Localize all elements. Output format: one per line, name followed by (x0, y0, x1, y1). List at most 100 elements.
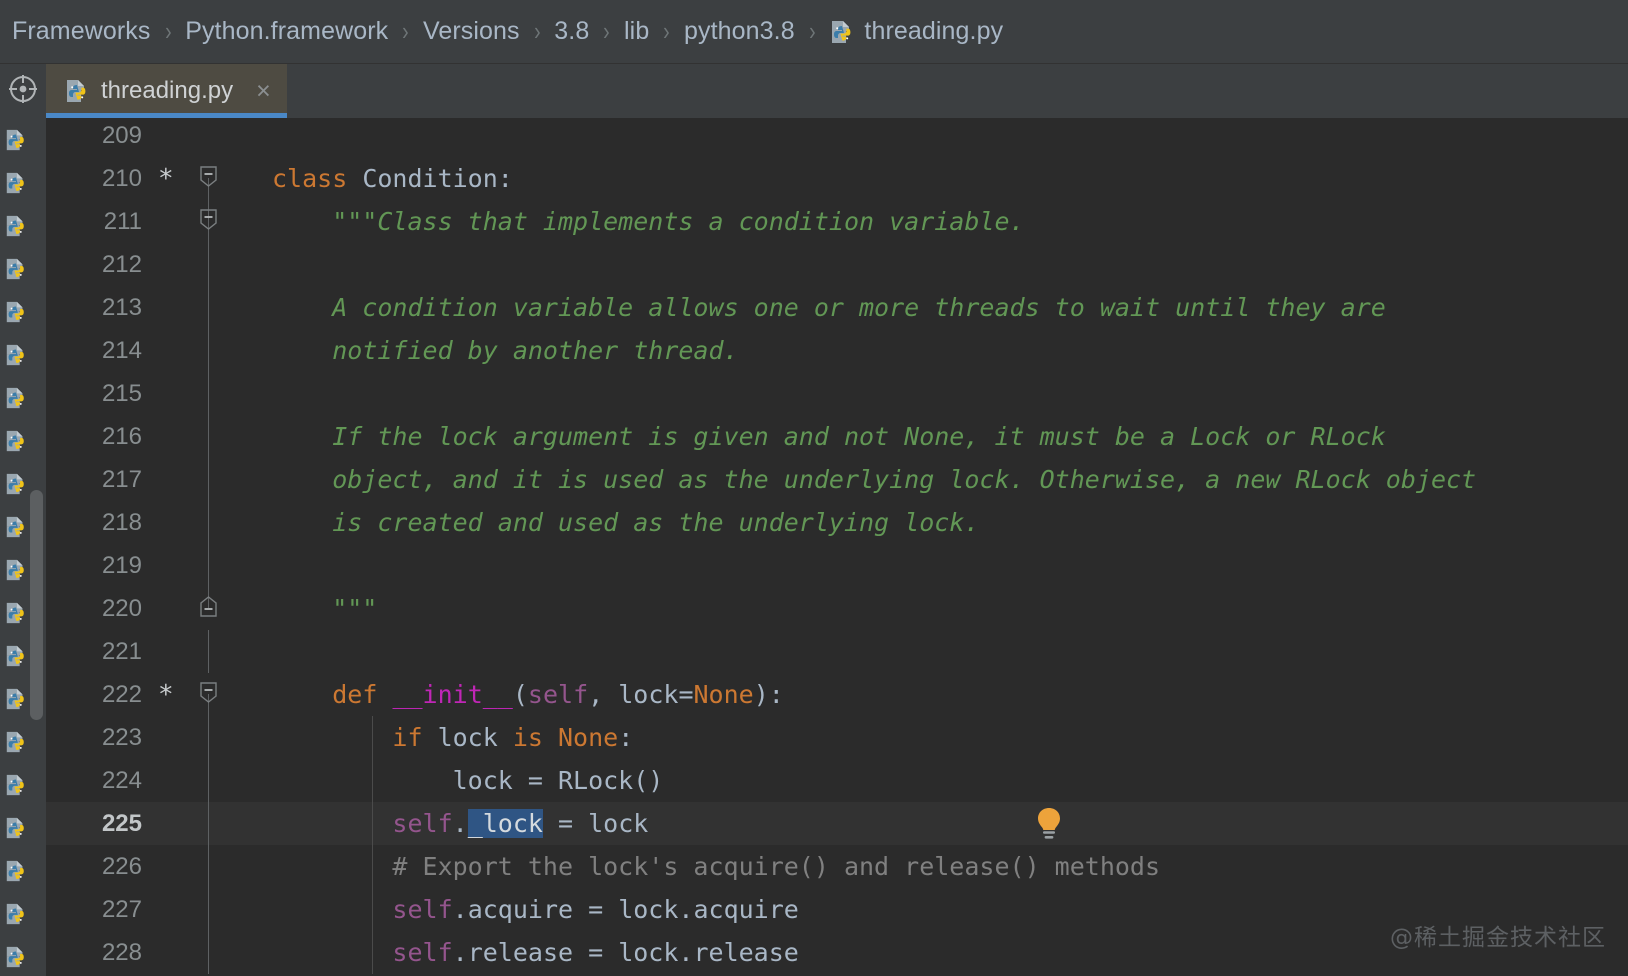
lightbulb-icon[interactable] (1032, 806, 1066, 848)
code-text[interactable] (272, 372, 1628, 415)
editor-gutter[interactable]: 224 (46, 759, 272, 802)
fold-region[interactable] (196, 673, 222, 716)
fold-region[interactable] (196, 544, 222, 587)
editor-gutter[interactable]: 216 (46, 415, 272, 458)
close-icon[interactable]: × (256, 79, 271, 104)
fold-collapse-icon[interactable] (200, 209, 217, 230)
code-text[interactable]: object, and it is used as the underlying… (272, 458, 1628, 501)
editor-vertical-scrollbar[interactable] (28, 118, 46, 976)
code-line[interactable]: 222* def __init__(self, lock=None): (46, 673, 1628, 716)
code-line[interactable]: 216 If the lock argument is given and no… (46, 415, 1628, 458)
project-file-row[interactable] (0, 591, 28, 634)
project-file-row[interactable] (0, 462, 28, 505)
code-text[interactable] (272, 243, 1628, 286)
code-text[interactable]: A condition variable allows one or more … (272, 286, 1628, 329)
code-text[interactable] (272, 118, 1628, 157)
code-line[interactable]: 223 if lock is None: (46, 716, 1628, 759)
tab-threading-py[interactable]: threading.py × (46, 64, 287, 118)
project-file-row[interactable] (0, 720, 28, 763)
project-file-row[interactable] (0, 634, 28, 677)
override-marker-icon[interactable]: * (158, 166, 174, 192)
project-file-row[interactable] (0, 677, 28, 720)
code-text[interactable]: def __init__(self, lock=None): (272, 673, 1628, 716)
fold-region[interactable] (196, 243, 222, 286)
code-line[interactable]: 212 (46, 243, 1628, 286)
project-file-row[interactable] (0, 333, 28, 376)
code-text[interactable]: If the lock argument is given and not No… (272, 415, 1628, 458)
breadcrumb-item-frameworks[interactable]: Frameworks (12, 17, 151, 46)
editor-gutter[interactable]: 212 (46, 243, 272, 286)
editor-gutter[interactable]: 217 (46, 458, 272, 501)
fold-region[interactable] (196, 931, 222, 974)
code-line[interactable]: 220 """ (46, 587, 1628, 630)
fold-region[interactable] (196, 630, 222, 673)
breadcrumb-item-threading-py[interactable]: threading.py (829, 17, 1003, 46)
code-line[interactable]: 224 lock = RLock() (46, 759, 1628, 802)
editor-gutter[interactable]: 222* (46, 673, 272, 716)
editor-gutter[interactable]: 214 (46, 329, 272, 372)
breadcrumb-item-lib[interactable]: lib (624, 17, 649, 46)
editor-gutter[interactable]: 228 (46, 931, 272, 974)
project-file-row[interactable] (0, 247, 28, 290)
fold-region[interactable] (196, 587, 222, 630)
editor-gutter[interactable]: 223 (46, 716, 272, 759)
code-line[interactable]: 210*class Condition: (46, 157, 1628, 200)
code-text[interactable]: """Class that implements a condition var… (272, 200, 1628, 243)
project-file-row[interactable] (0, 161, 28, 204)
fold-collapse-icon[interactable] (200, 682, 217, 703)
code-line[interactable]: 214 notified by another thread. (46, 329, 1628, 372)
editor-gutter[interactable]: 226 (46, 845, 272, 888)
fold-region[interactable] (196, 118, 222, 157)
editor-gutter[interactable]: 209 (46, 118, 272, 157)
code-text[interactable]: notified by another thread. (272, 329, 1628, 372)
project-file-row[interactable] (0, 892, 28, 935)
breadcrumb-item-python-framework[interactable]: Python.framework (185, 17, 388, 46)
code-line[interactable]: 221 (46, 630, 1628, 673)
project-file-row[interactable] (0, 806, 28, 849)
project-file-row[interactable] (0, 935, 28, 976)
code-text[interactable] (272, 630, 1628, 673)
project-file-strip[interactable] (0, 118, 28, 976)
fold-collapse-icon[interactable] (200, 166, 217, 187)
editor-gutter[interactable]: 213 (46, 286, 272, 329)
code-line[interactable]: 215 (46, 372, 1628, 415)
code-line[interactable]: 211 """Class that implements a condition… (46, 200, 1628, 243)
code-editor[interactable]: 209210*class Condition:211 """Class that… (46, 118, 1628, 976)
breadcrumb-item-python3-8[interactable]: python3.8 (684, 17, 795, 46)
editor-gutter[interactable]: 227 (46, 888, 272, 931)
fold-region[interactable] (196, 845, 222, 888)
scrollbar-thumb[interactable] (30, 490, 43, 720)
code-text[interactable]: """ (272, 587, 1628, 630)
fold-expand-icon[interactable] (200, 596, 217, 617)
fold-region[interactable] (196, 286, 222, 329)
code-text[interactable]: # Export the lock's acquire() and releas… (272, 845, 1628, 888)
editor-gutter[interactable]: 225 (46, 802, 272, 845)
fold-region[interactable] (196, 415, 222, 458)
editor-gutter[interactable]: 220 (46, 587, 272, 630)
fold-region[interactable] (196, 157, 222, 200)
fold-region[interactable] (196, 759, 222, 802)
code-line[interactable]: 213 A condition variable allows one or m… (46, 286, 1628, 329)
fold-region[interactable] (196, 200, 222, 243)
override-marker-icon[interactable]: * (158, 682, 174, 708)
code-text[interactable]: if lock is None: (272, 716, 1628, 759)
project-file-row[interactable] (0, 204, 28, 247)
fold-region[interactable] (196, 888, 222, 931)
fold-region[interactable] (196, 458, 222, 501)
project-file-row[interactable] (0, 419, 28, 462)
project-file-row[interactable] (0, 849, 28, 892)
code-line[interactable]: 219 (46, 544, 1628, 587)
fold-region[interactable] (196, 802, 222, 845)
editor-gutter[interactable]: 215 (46, 372, 272, 415)
project-file-row[interactable] (0, 763, 28, 806)
locate-file-button[interactable] (0, 64, 46, 118)
code-text[interactable]: is created and used as the underlying lo… (272, 501, 1628, 544)
fold-region[interactable] (196, 329, 222, 372)
editor-gutter[interactable]: 218 (46, 501, 272, 544)
code-line[interactable]: 218 is created and used as the underlyin… (46, 501, 1628, 544)
code-text[interactable]: lock = RLock() (272, 759, 1628, 802)
code-line[interactable]: 217 object, and it is used as the underl… (46, 458, 1628, 501)
project-file-row[interactable] (0, 118, 28, 161)
fold-region[interactable] (196, 716, 222, 759)
code-text[interactable]: self._lock = lock (272, 802, 1628, 845)
